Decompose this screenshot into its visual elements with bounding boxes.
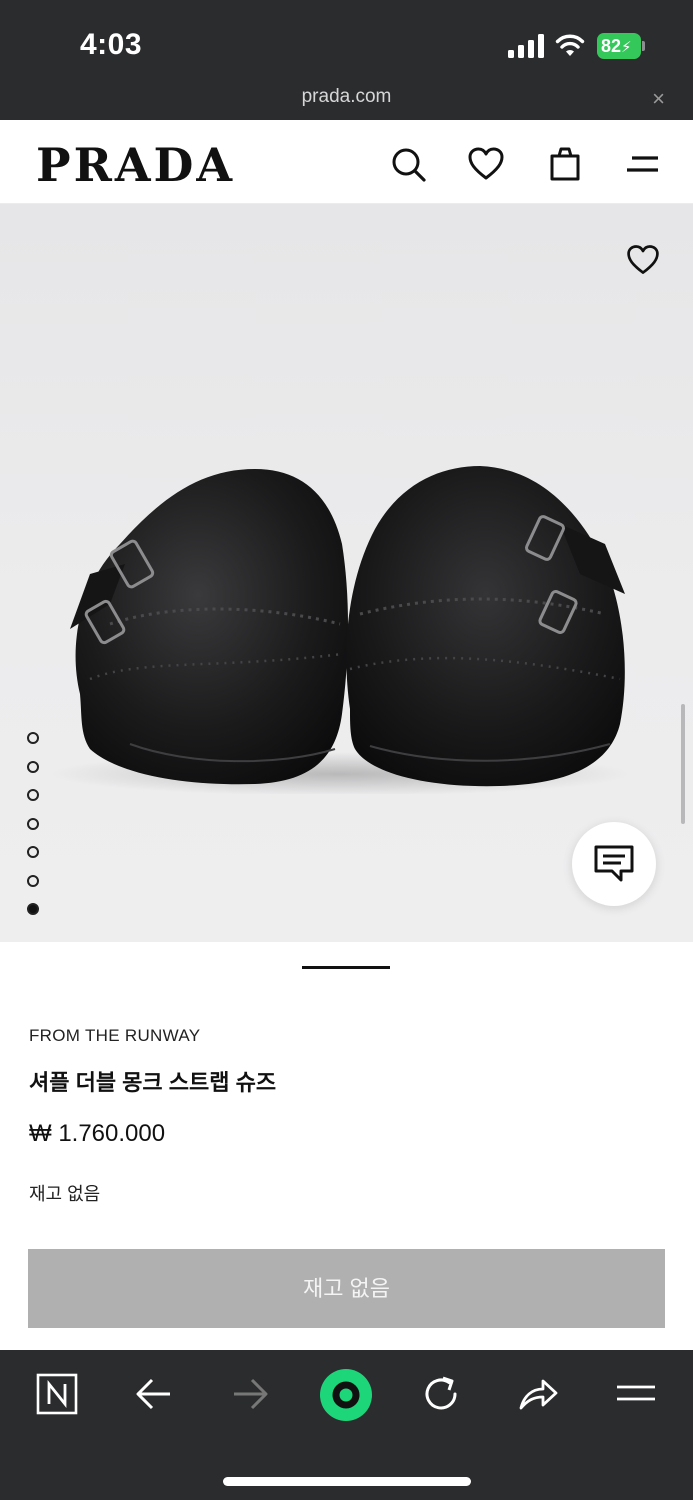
close-icon[interactable]: × bbox=[652, 86, 665, 112]
url-text[interactable]: prada.com bbox=[0, 86, 693, 108]
scroll-indicator bbox=[681, 704, 685, 824]
menu-icon[interactable] bbox=[624, 144, 664, 184]
gallery-dot[interactable] bbox=[27, 789, 39, 801]
shopping-bag-icon[interactable] bbox=[545, 144, 585, 184]
chat-button[interactable] bbox=[572, 822, 656, 906]
battery-indicator: 82⚡ bbox=[597, 33, 645, 59]
status-bar: 4:03 82⚡ bbox=[0, 0, 693, 80]
product-price: ₩ 1.760.000 bbox=[29, 1120, 166, 1147]
back-arrow-icon[interactable] bbox=[132, 1372, 176, 1416]
share-icon[interactable] bbox=[516, 1372, 560, 1416]
favorite-heart-icon[interactable] bbox=[625, 242, 661, 278]
forward-arrow-icon[interactable] bbox=[228, 1372, 272, 1416]
gallery-dot[interactable] bbox=[27, 817, 39, 830]
naver-green-dot-icon[interactable] bbox=[319, 1368, 373, 1422]
refresh-icon[interactable] bbox=[419, 1372, 463, 1416]
gallery-dot[interactable] bbox=[27, 760, 39, 773]
wifi-icon bbox=[555, 34, 585, 56]
url-bar[interactable]: prada.com × bbox=[0, 80, 693, 120]
stock-status: 재고 없음 bbox=[29, 1184, 101, 1204]
battery-level: 82 bbox=[601, 36, 622, 56]
chat-icon bbox=[594, 845, 634, 882]
home-indicator[interactable] bbox=[223, 1477, 471, 1486]
gallery-dot[interactable] bbox=[27, 732, 39, 744]
status-time: 4:03 bbox=[80, 28, 143, 61]
product-info: FROM THE RUNWAY 셔플 더블 몽크 스트랩 슈즈 ₩ 1.760.… bbox=[0, 942, 693, 1350]
product-collection-label: FROM THE RUNWAY bbox=[29, 1026, 201, 1045]
sheet-handle[interactable] bbox=[302, 966, 390, 969]
prada-logo[interactable]: PRADA bbox=[36, 138, 235, 192]
product-image bbox=[50, 466, 630, 794]
gallery-pagination[interactable] bbox=[27, 732, 41, 932]
page: 4:03 82⚡ prada.com × PRADA FROM THE RUNW… bbox=[0, 0, 693, 1500]
cellular-signal-icon bbox=[508, 34, 544, 58]
out-of-stock-button[interactable]: 재고 없음 bbox=[28, 1249, 665, 1328]
menu-icon[interactable] bbox=[613, 1372, 657, 1416]
gallery-dot[interactable] bbox=[27, 874, 39, 887]
naver-n-icon[interactable] bbox=[35, 1372, 79, 1416]
wishlist-heart-icon[interactable] bbox=[466, 144, 506, 184]
charging-bolt-icon: ⚡ bbox=[621, 39, 632, 56]
gallery-dot[interactable] bbox=[27, 903, 39, 915]
product-title: 셔플 더블 몽크 스트랩 슈즈 bbox=[29, 1070, 277, 1095]
product-image-gallery[interactable] bbox=[0, 204, 693, 942]
browser-toolbar bbox=[0, 1350, 693, 1500]
search-icon[interactable] bbox=[388, 144, 428, 184]
site-header: PRADA bbox=[0, 120, 693, 204]
gallery-dot[interactable] bbox=[27, 846, 39, 858]
